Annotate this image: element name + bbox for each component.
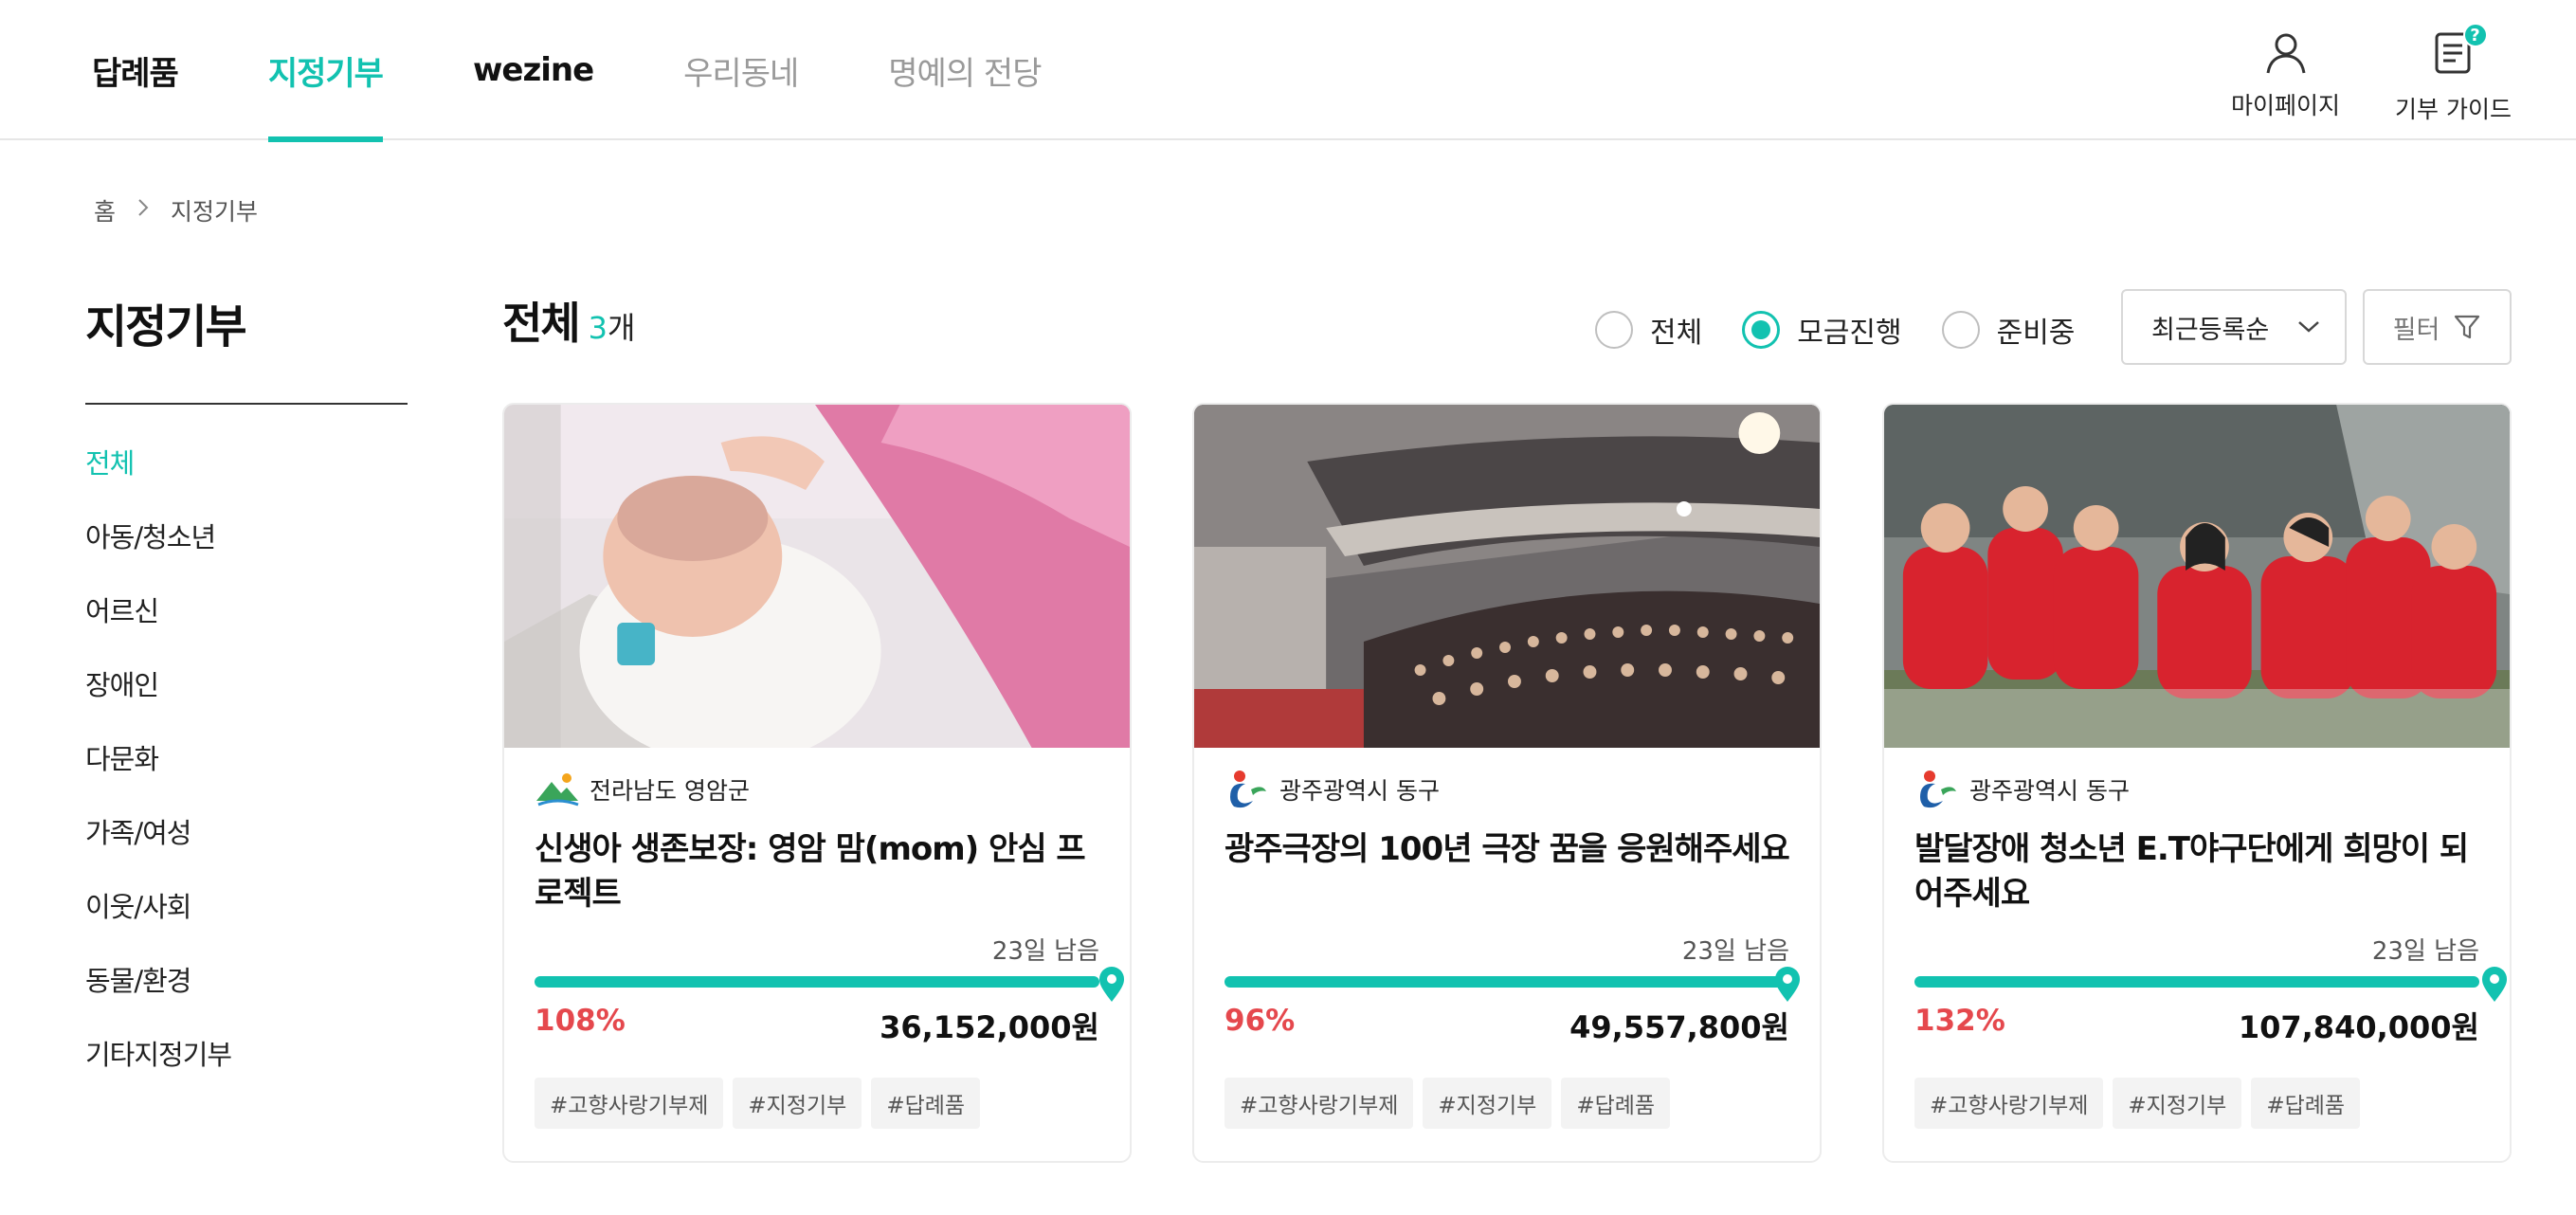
filter-label: 필터 (2392, 315, 2440, 345)
nav-item-wezine[interactable]: wezine (473, 0, 594, 140)
card-title: 발달장애 청소년 E.T야구단에게 희망이 되어주세요 (1914, 830, 2469, 913)
gwangju-donggu-logo-icon (1920, 771, 1956, 808)
card-amount: 49,557,800원 (1569, 1009, 1789, 1045)
card-days-remaining: 23일 남음 (991, 937, 1099, 966)
nav-item-hall-of-fame[interactable]: 명예의 전당 (888, 0, 1042, 140)
card-percent: 96% (1225, 1004, 1296, 1038)
list-count: 3개 (589, 304, 636, 348)
main-nav: 답례품 지정기부 wezine 우리동네 명예의 전당 (92, 0, 1132, 142)
card-progress-bar (1225, 976, 1789, 988)
radio-label: 준비중 (1996, 317, 2076, 350)
filter-button[interactable]: 필터 (2363, 289, 2512, 365)
radio-checked-icon (1742, 311, 1781, 349)
card-percent: 132% (1914, 1004, 2005, 1038)
card-tags: #고향사랑기부제 #지정기부 #답례품 (1225, 1078, 1671, 1129)
category-item-disabled[interactable]: 장애인 (85, 665, 231, 739)
sidebar-title: 지정기부 (85, 300, 247, 354)
list-count-number: 3 (588, 310, 608, 346)
user-icon (2266, 33, 2306, 74)
radio-label: 모금진행 (1797, 317, 1902, 350)
card-photo-newborn (504, 405, 1130, 748)
category-item-family-women[interactable]: 가족/여성 (85, 813, 231, 887)
card-title: 신생아 생존보장: 영암 맘(mom) 안심 프로젝트 (535, 830, 1086, 913)
card-days-remaining: 23일 남음 (1681, 937, 1789, 966)
card-days-remaining: 23일 남음 (2371, 937, 2479, 966)
card-org-name: 전라남도 영암군 (590, 777, 750, 805)
sort-value: 최근등록순 (2151, 315, 2270, 345)
yeongam-county-logo-icon (536, 773, 579, 807)
card-tag[interactable]: #답례품 (1561, 1078, 1671, 1129)
card-tag[interactable]: #고향사랑기부제 (535, 1078, 724, 1129)
card-progress-bar (1914, 976, 2479, 988)
radio-all[interactable]: 전체 (1595, 309, 1702, 351)
radio-label: 전체 (1650, 317, 1703, 350)
card-percent: 108% (535, 1004, 626, 1038)
card-org-name: 광주광역시 동구 (1279, 777, 1440, 805)
list-title: 전체 (502, 298, 581, 349)
radio-circle-icon (1941, 311, 1980, 349)
chevron-right-icon (136, 196, 150, 225)
list-heading: 전체 3개 (502, 289, 635, 352)
card-tags: #고향사랑기부제 #지정기부 #답례품 (1914, 1078, 2361, 1129)
category-item-animals-environment[interactable]: 동물/환경 (85, 961, 231, 1035)
card-tag[interactable]: #지정기부 (2113, 1078, 2242, 1129)
status-filter: 전체 모금진행 준비중 (1595, 309, 2114, 351)
mypage-button[interactable]: 마이페이지 (2231, 28, 2340, 125)
card-org: 광주광역시 동구 (1225, 769, 1440, 810)
card-tag[interactable]: #답례품 (2251, 1078, 2361, 1129)
help-badge-icon: ? (2462, 23, 2488, 47)
sort-select[interactable]: 최근등록순 (2121, 289, 2347, 365)
radio-preparing[interactable]: 준비중 (1941, 309, 2076, 351)
nav-item-designated-donation[interactable]: 지정기부 (267, 0, 384, 142)
category-item-neighbors-society[interactable]: 이웃/사회 (85, 887, 231, 961)
guide-icon-wrap: ? (2429, 23, 2488, 82)
mypage-label: 마이페이지 (2231, 92, 2341, 119)
category-item-multicultural[interactable]: 다문화 (85, 739, 231, 813)
nav-item-gifts[interactable]: 답례품 (92, 0, 179, 140)
category-item-children-youth[interactable]: 아동/청소년 (85, 517, 231, 591)
chevron-down-icon (2298, 321, 2319, 333)
card-amount: 36,152,000원 (880, 1009, 1099, 1045)
progress-marker-icon (1775, 967, 1800, 1002)
category-item-other[interactable]: 기타지정기부 (85, 1035, 232, 1109)
guide-label: 기부 가이드 (2395, 96, 2512, 123)
radio-circle-icon (1595, 311, 1633, 349)
card-tag[interactable]: #답례품 (871, 1078, 981, 1129)
card-tag[interactable]: #지정기부 (1423, 1078, 1552, 1129)
sidebar-divider (85, 403, 408, 405)
radio-in-progress[interactable]: 모금진행 (1742, 309, 1902, 351)
card-progress-bar (535, 976, 1099, 988)
progress-marker-icon (2482, 967, 2507, 1002)
card-photo-theater (1194, 405, 1820, 748)
card-title: 광주극장의 100년 극장 꿈을 응원해주세요 (1225, 830, 1790, 868)
breadcrumb-current: 지정기부 (171, 198, 259, 226)
category-item-seniors[interactable]: 어르신 (85, 591, 231, 665)
funnel-icon (2455, 315, 2480, 339)
card-org: 전라남도 영암군 (535, 769, 750, 810)
donation-guide-button[interactable]: ? 기부 가이드 (2395, 23, 2512, 125)
card-tag[interactable]: #고향사랑기부제 (1914, 1078, 2104, 1129)
progress-marker-icon (1099, 967, 1124, 1002)
donation-card[interactable]: 광주광역시 동구 발달장애 청소년 E.T야구단에게 희망이 되어주세요 23일… (1882, 403, 2512, 1163)
card-org: 광주광역시 동구 (1914, 769, 2130, 810)
nav-item-our-town[interactable]: 우리동네 (683, 0, 799, 140)
list-count-unit: 개 (608, 310, 636, 346)
header-actions: 마이페이지 ? 기부 가이드 (2231, 23, 2512, 125)
gwangju-donggu-logo-icon (1230, 771, 1266, 808)
top-header: 답례품 지정기부 wezine 우리동네 명예의 전당 마이페이지 ? 기부 가… (0, 0, 2576, 142)
card-tag[interactable]: #지정기부 (733, 1078, 862, 1129)
card-org-name: 광주광역시 동구 (1969, 777, 2130, 805)
card-tag[interactable]: #고향사랑기부제 (1225, 1078, 1414, 1129)
breadcrumb: 홈 지정기부 (94, 193, 258, 227)
category-list: 전체 아동/청소년 어르신 장애인 다문화 가족/여성 이웃/사회 동물/환경 … (85, 444, 232, 1109)
card-tags: #고향사랑기부제 #지정기부 #답례품 (535, 1078, 981, 1129)
card-amount: 107,840,000원 (2238, 1009, 2479, 1045)
donation-card[interactable]: 전라남도 영암군 신생아 생존보장: 영암 맘(mom) 안심 프로젝트 23일… (502, 403, 1132, 1163)
card-photo-baseball-team (1884, 405, 2510, 748)
donation-card[interactable]: 광주광역시 동구 광주극장의 100년 극장 꿈을 응원해주세요 23일 남음 … (1192, 403, 1822, 1163)
category-item-all[interactable]: 전체 (85, 444, 231, 517)
breadcrumb-home[interactable]: 홈 (94, 193, 116, 227)
